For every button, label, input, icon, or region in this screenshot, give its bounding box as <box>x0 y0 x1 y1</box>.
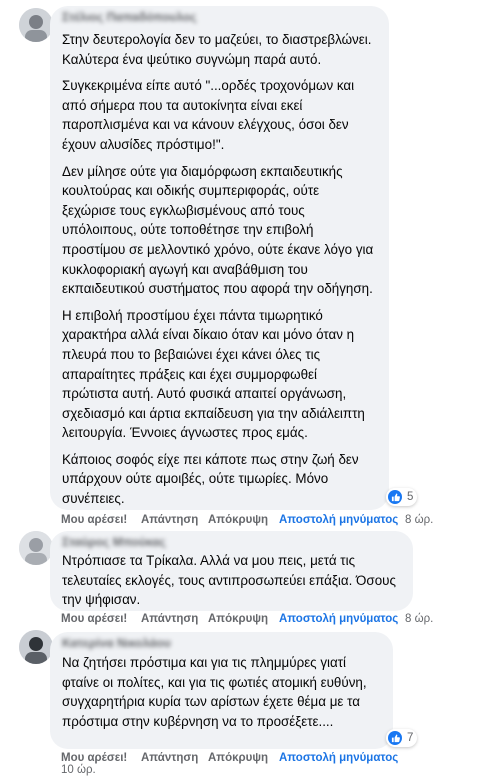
reaction-summary[interactable]: 7 <box>386 729 418 747</box>
like-button[interactable]: Μου αρέσει! <box>61 514 127 526</box>
avatar[interactable] <box>19 531 53 565</box>
reply-button[interactable]: Απάντηση <box>141 514 198 526</box>
hide-button[interactable]: Απόκρυψη <box>208 514 268 526</box>
comment-bubble: Στέλιος Παπαδόπουλος Στην δευτερολογία δ… <box>50 6 389 510</box>
comment-paragraph: Στην δευτερολογία δεν το μαζεύει, το δια… <box>62 32 372 67</box>
comment-paragraph: Δεν μίλησε ούτε για διαμόρφωση εκπαιδευτ… <box>62 163 374 297</box>
comment-bubble: Σταύρος Μπούκας Ντρόπιασε τα Τρίκαλα. Αλ… <box>50 531 413 611</box>
comment-paragraph: Η επιβολή προστίμου έχει πάντα τιμωρητικ… <box>62 307 365 441</box>
reaction-count: 5 <box>407 491 414 503</box>
thumbs-up-icon <box>388 490 402 504</box>
comment-author[interactable]: Κατερίνα Νικολάου <box>62 636 171 650</box>
timestamp[interactable]: 8 ώρ. <box>405 613 433 625</box>
send-message-button[interactable]: Αποστολή μηνύματος <box>279 514 398 526</box>
hide-button[interactable]: Απόκρυψη <box>208 752 268 764</box>
comment-actions: Μου αρέσει! Απάντηση Απόκρυψη Αποστολή μ… <box>0 613 488 629</box>
timestamp[interactable]: 10 ώρ. <box>61 764 96 776</box>
comment-paragraph: Συγκεκριμένα είπε αυτό "...ορδές τροχονό… <box>62 78 355 152</box>
thumbs-up-icon <box>388 731 402 745</box>
comment-paragraph: Ντρόπιασε τα Τρίκαλα. Αλλά να μου πεις, … <box>62 553 396 608</box>
comment-actions: Μου αρέσει! Απάντηση Απόκρυψη Αποστολή μ… <box>0 514 488 530</box>
like-button[interactable]: Μου αρέσει! <box>61 613 127 625</box>
avatar[interactable] <box>19 8 53 42</box>
comment-actions: Μου αρέσει! Απάντηση Απόκρυψη Αποστολή μ… <box>0 752 488 776</box>
comment-author[interactable]: Σταύρος Μπούκας <box>62 535 166 549</box>
reply-button[interactable]: Απάντηση <box>141 613 198 625</box>
reply-button[interactable]: Απάντηση <box>141 752 198 764</box>
send-message-button[interactable]: Αποστολή μηνύματος <box>279 752 398 764</box>
like-button[interactable]: Μου αρέσει! <box>61 752 127 764</box>
send-message-button[interactable]: Αποστολή μηνύματος <box>279 613 398 625</box>
comment-paragraph: Κάποιος σοφός είχε πει κάποτε πως στην ζ… <box>62 451 359 507</box>
reaction-summary[interactable]: 5 <box>386 488 418 506</box>
avatar[interactable] <box>19 630 53 664</box>
comment-paragraph: Να ζητήσει πρόστιμα και για τις πλημμύρε… <box>62 655 367 729</box>
comment-author[interactable]: Στέλιος Παπαδόπουλος <box>62 10 197 24</box>
hide-button[interactable]: Απόκρυψη <box>208 613 268 625</box>
timestamp[interactable]: 8 ώρ. <box>405 514 433 526</box>
comment-bubble: Κατερίνα Νικολάου Να ζητήσει πρόστιμα κα… <box>50 632 393 749</box>
reaction-count: 7 <box>407 732 414 744</box>
